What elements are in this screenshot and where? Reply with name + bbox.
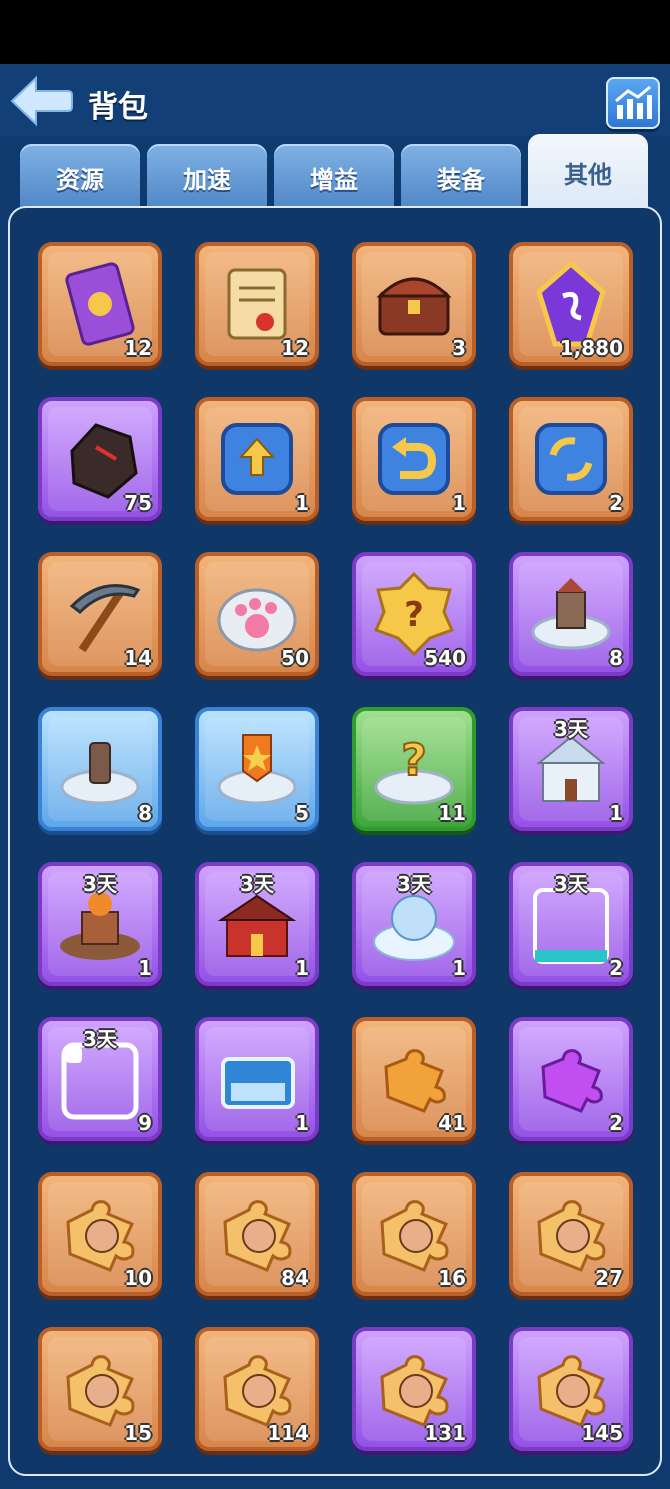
item-timer: 3天: [83, 872, 117, 896]
relocate-castle-icon: [531, 578, 611, 650]
item-count: 12: [281, 336, 309, 360]
svg-text:?: ?: [404, 595, 424, 635]
item-count: 41: [438, 1111, 466, 1135]
item-slot[interactable]: 16: [352, 1172, 476, 1296]
item-slot[interactable]: ? 11: [352, 707, 476, 831]
category-tabs: 资源 加速 增益 装备 其他: [20, 134, 660, 210]
item-slot[interactable]: 84: [195, 1172, 319, 1296]
item-slot[interactable]: 114: [195, 1327, 319, 1451]
purple-puzzle-icon: [541, 1049, 603, 1113]
item-count: 10: [124, 1266, 152, 1290]
item-count: 14: [124, 646, 152, 670]
item-count: 1: [295, 1111, 309, 1135]
svg-text:?: ?: [401, 735, 427, 786]
tab-other[interactable]: 其他: [528, 134, 648, 210]
item-slot[interactable]: 5: [195, 707, 319, 831]
item-slot[interactable]: ? 540: [352, 552, 476, 676]
item-slot[interactable]: 3天 1: [352, 862, 476, 986]
item-slot[interactable]: 10: [38, 1172, 162, 1296]
item-count: 2: [609, 491, 623, 515]
item-timer: 3天: [83, 1027, 117, 1051]
item-slot[interactable]: 145: [509, 1327, 633, 1451]
item-slot[interactable]: 75: [38, 397, 162, 521]
item-count: 75: [124, 491, 152, 515]
item-timer: 3天: [554, 717, 588, 741]
item-count: 15: [124, 1421, 152, 1445]
header: 背包: [0, 64, 670, 136]
item-count: 84: [281, 1266, 309, 1290]
item-count: 1: [295, 491, 309, 515]
item-count: 5: [295, 801, 309, 825]
relocate-statue-icon: [60, 742, 140, 805]
upgrade-arrow-icon: [221, 423, 293, 495]
item-timer: 3天: [397, 872, 431, 896]
item-slot[interactable]: 3天 9: [38, 1017, 162, 1141]
relocate-banner-icon: [217, 734, 297, 805]
item-count: 131: [424, 1421, 466, 1445]
item-slot[interactable]: 8: [509, 552, 633, 676]
item-slot[interactable]: 3天 1: [509, 707, 633, 831]
item-count: 114: [267, 1421, 309, 1445]
bar-chart-icon: [615, 85, 652, 119]
status-bar: [0, 0, 670, 64]
item-slot[interactable]: 15: [38, 1327, 162, 1451]
item-count: 3: [452, 336, 466, 360]
item-slot[interactable]: 2: [509, 1017, 633, 1141]
item-slot[interactable]: 1,880: [509, 242, 633, 366]
item-slot[interactable]: 27: [509, 1172, 633, 1296]
item-count: 1: [138, 956, 152, 980]
item-count: 16: [438, 1266, 466, 1290]
item-count: 11: [438, 801, 466, 825]
tab-equipment[interactable]: 装备: [401, 144, 521, 210]
item-count: 1,880: [559, 336, 623, 360]
item-timer: 3天: [240, 872, 274, 896]
item-slot[interactable]: 50: [195, 552, 319, 676]
return-arrow-icon: [378, 423, 450, 495]
item-count: 145: [581, 1421, 623, 1445]
tab-resources[interactable]: 资源: [20, 144, 140, 210]
stats-button[interactable]: [606, 77, 660, 129]
item-slot[interactable]: 1: [195, 1017, 319, 1141]
item-slot[interactable]: 41: [352, 1017, 476, 1141]
item-count: 9: [138, 1111, 152, 1135]
item-slot[interactable]: 1: [195, 397, 319, 521]
item-slot[interactable]: 3: [352, 242, 476, 366]
item-count: 12: [124, 336, 152, 360]
item-count: 50: [281, 646, 309, 670]
item-count: 2: [609, 1111, 623, 1135]
item-slot[interactable]: 12: [38, 242, 162, 366]
item-slot[interactable]: 1: [352, 397, 476, 521]
item-count: 8: [138, 801, 152, 825]
item-count: 1: [609, 801, 623, 825]
treasure-chest-icon: [376, 277, 452, 336]
tab-speedups[interactable]: 加速: [147, 144, 267, 210]
item-slot[interactable]: 3天 2: [509, 862, 633, 986]
item-slot[interactable]: 3天 1: [195, 862, 319, 986]
item-slot[interactable]: 12: [195, 242, 319, 366]
item-count: 27: [595, 1266, 623, 1290]
item-timer: 3天: [554, 872, 588, 896]
item-count: 1: [452, 491, 466, 515]
item-slot[interactable]: 2: [509, 397, 633, 521]
item-count: 8: [609, 646, 623, 670]
item-slot[interactable]: 14: [38, 552, 162, 676]
item-count: 2: [609, 956, 623, 980]
back-arrow-icon: [10, 75, 73, 127]
item-count: 1: [295, 956, 309, 980]
item-count: 1: [452, 956, 466, 980]
tab-boosts[interactable]: 增益: [274, 144, 394, 210]
back-button[interactable]: [10, 74, 74, 128]
swap-arrows-icon: [535, 423, 607, 495]
nameplate-icon: [221, 1057, 295, 1109]
item-slot[interactable]: 8: [38, 707, 162, 831]
page-title: 背包: [88, 90, 148, 125]
item-slot[interactable]: 131: [352, 1327, 476, 1451]
item-slot[interactable]: 3天 1: [38, 862, 162, 986]
item-count: 540: [424, 646, 466, 670]
